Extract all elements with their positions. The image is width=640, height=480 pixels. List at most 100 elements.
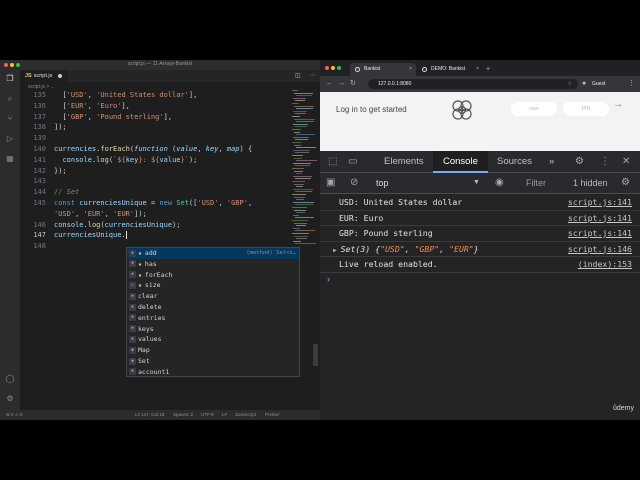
code-line[interactable]: 146 console.log(currenciesUnique);: [20, 220, 290, 231]
suggestion-item[interactable]: ◈ ★ has: [127, 259, 299, 270]
profile-label[interactable]: Guest: [592, 79, 605, 89]
new-tab-icon[interactable]: +: [486, 63, 490, 76]
eol-status[interactable]: LF: [222, 410, 227, 420]
source-control-icon[interactable]: ⑂: [5, 114, 15, 124]
console-prompt[interactable]: ›: [327, 274, 330, 284]
browser-minimize-button[interactable]: [331, 66, 335, 70]
code-line[interactable]: 140 currencies.forEach(function (value, k…: [20, 144, 290, 155]
account-icon[interactable]: ◯: [5, 374, 15, 384]
user-input[interactable]: user: [511, 102, 557, 116]
tab-script-js[interactable]: JS script.js: [20, 70, 68, 82]
back-arrow-icon[interactable]: ←: [326, 80, 333, 88]
forward-arrow-icon[interactable]: →: [338, 80, 345, 88]
language-mode[interactable]: JavaScript: [235, 410, 256, 420]
code-line[interactable]: 145 const currenciesUnique = new Set(['US…: [20, 198, 290, 209]
suggestion-item[interactable]: ◆ Map: [127, 345, 299, 356]
code-line[interactable]: 137 ['GBP', 'Pound sterling'],: [20, 112, 290, 123]
search-icon[interactable]: ⌕: [5, 94, 15, 104]
address-bar[interactable]: 127.0.0.1:8080 ☆: [368, 79, 578, 89]
close-tab-icon[interactable]: ×: [409, 63, 412, 76]
editor-scrollbar[interactable]: [313, 344, 318, 366]
suggestion-item[interactable]: ◆ Set: [127, 356, 299, 367]
devtools-settings-gear-icon[interactable]: ⚙: [575, 155, 584, 169]
context-selector[interactable]: top: [376, 178, 389, 188]
split-editor-icon[interactable]: ◫: [295, 72, 301, 79]
indentation-status[interactable]: Spaces: 2: [173, 410, 193, 420]
expand-triangle-icon[interactable]: ▶: [333, 247, 337, 254]
close-devtools-icon[interactable]: ✕: [622, 155, 630, 169]
bookmark-star-icon[interactable]: ☆: [568, 79, 572, 89]
unsaved-dot-icon[interactable]: [58, 74, 62, 78]
suggestion-item[interactable]: ◈ delete: [127, 302, 299, 313]
code-line[interactable]: 143: [20, 176, 290, 187]
suggestion-item[interactable]: ▪ account1: [127, 367, 299, 378]
code-line[interactable]: 'USD', 'EUR', 'EUR']);: [20, 209, 290, 220]
tab-sources[interactable]: Sources: [497, 151, 532, 173]
method-icon: ◈: [129, 292, 136, 300]
suggestion-item[interactable]: ◈ ★ forEach: [127, 270, 299, 281]
suggestion-label: Map: [138, 346, 150, 355]
code-line[interactable]: 139: [20, 133, 290, 144]
suggestion-item[interactable]: ◈ ★ add (method) Set<s…: [127, 248, 299, 259]
device-toolbar-icon[interactable]: ▭: [348, 155, 357, 169]
tab-console[interactable]: Console: [433, 151, 488, 173]
context-dropdown-icon[interactable]: ▼: [473, 179, 480, 186]
console-message-text[interactable]: Set(3) {"USD", "GBP", "EUR"}: [341, 244, 479, 254]
toggle-sidebar-icon[interactable]: ▣: [326, 176, 335, 190]
suggestion-item[interactable]: ◈ clear: [127, 291, 299, 302]
devtools-menu-icon[interactable]: ⋮: [600, 155, 610, 169]
tab-elements[interactable]: Elements: [384, 151, 424, 173]
console-message: Live reload enabled. (index):153: [320, 257, 640, 273]
console-filter-input[interactable]: Filter: [526, 178, 546, 188]
clear-console-icon[interactable]: ⊘: [350, 176, 358, 190]
close-tab-icon[interactable]: ×: [476, 63, 479, 76]
login-submit-arrow-icon[interactable]: →: [613, 99, 623, 110]
code-line[interactable]: 141 console.log(`${key}: ${value}`);: [20, 155, 290, 166]
current-code-line[interactable]: 147 currenciesUnique.: [20, 230, 290, 241]
code-line[interactable]: 136 ['EUR', 'Euro'],: [20, 101, 290, 112]
explorer-icon[interactable]: ❐: [5, 74, 15, 84]
encoding-status[interactable]: UTF-8: [201, 410, 214, 420]
settings-gear-icon[interactable]: ⚙: [5, 394, 15, 404]
more-actions-icon[interactable]: ⋯: [309, 72, 315, 79]
problems-status[interactable]: ⊗ 0 ⚠ 0: [6, 410, 23, 420]
source-link[interactable]: script.js:141: [568, 211, 632, 227]
formatter-status[interactable]: Prettier: [265, 410, 280, 420]
live-expression-eye-icon[interactable]: ◉: [495, 176, 504, 190]
hidden-messages-count[interactable]: 1 hidden: [573, 178, 608, 188]
suggestion-item[interactable]: ◈ entries: [127, 313, 299, 324]
chrome-menu-icon[interactable]: ⋮: [628, 80, 635, 88]
code-line[interactable]: 135 ['USD', 'United States dollar'],: [20, 90, 290, 101]
minimap-line: [295, 152, 309, 154]
source-link[interactable]: script.js:141: [568, 195, 632, 211]
browser-tab-demo[interactable]: DEMO: Bankist ×: [417, 63, 483, 76]
minimap-line: [296, 95, 312, 97]
suggestion-item[interactable]: ◈ keys: [127, 324, 299, 335]
source-link[interactable]: script.js:141: [568, 226, 632, 242]
code-text: ['EUR', 'Euro'],: [62, 101, 130, 110]
minimap-line: [295, 100, 305, 102]
profile-avatar-icon[interactable]: ●: [582, 80, 586, 88]
minimap-line: [294, 92, 313, 94]
source-link[interactable]: (index):153: [578, 257, 632, 273]
extensions-icon[interactable]: ▦: [5, 154, 15, 164]
inspect-element-icon[interactable]: ⬚: [328, 155, 337, 169]
browser-close-button[interactable]: [325, 66, 329, 70]
more-tabs-icon[interactable]: »: [549, 151, 554, 173]
console-settings-gear-icon[interactable]: ⚙: [621, 176, 630, 190]
code-line[interactable]: 138]);: [20, 122, 290, 133]
minimap-line: [296, 173, 302, 175]
code-line[interactable]: 142});: [20, 166, 290, 177]
cursor-position[interactable]: Ln 147, Col 18: [135, 410, 164, 420]
line-number: 143: [33, 177, 46, 186]
source-link[interactable]: script.js:146: [568, 242, 632, 258]
browser-maximize-button[interactable]: [337, 66, 341, 70]
line-number: 144: [33, 188, 46, 197]
suggestion-item[interactable]: ◇ ★ size: [127, 280, 299, 291]
pin-input[interactable]: PIN: [563, 102, 609, 116]
browser-tab-bankist[interactable]: Bankist ×: [350, 63, 416, 76]
suggestion-item[interactable]: ◈ values: [127, 334, 299, 345]
reload-icon[interactable]: ↻: [350, 80, 356, 88]
run-debug-icon[interactable]: ▷: [5, 134, 15, 144]
code-line[interactable]: 144 // Set: [20, 187, 290, 198]
